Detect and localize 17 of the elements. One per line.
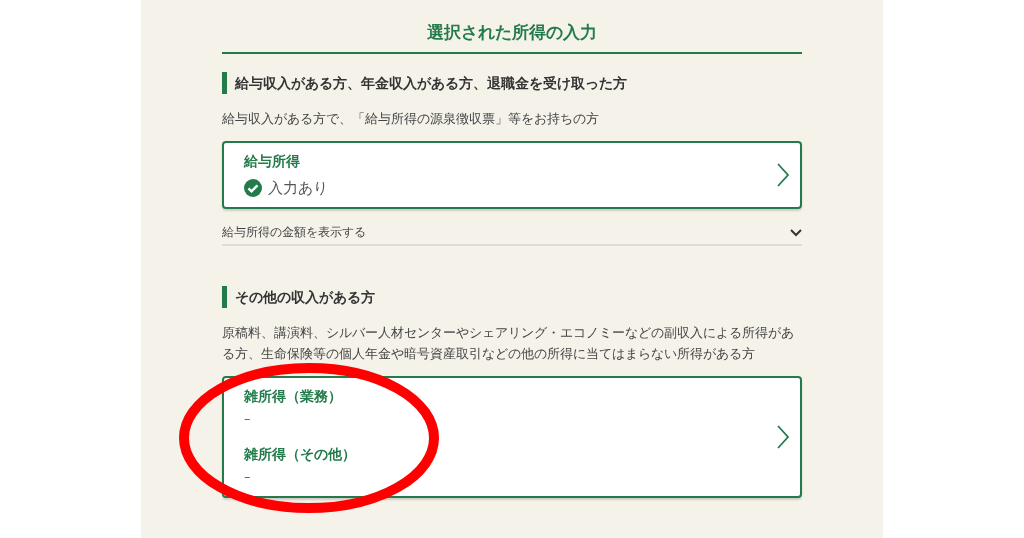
income-label: 給与所得 [244, 152, 301, 171]
income-label: 雑所得（業務） [244, 387, 343, 406]
section-description: 給与収入がある方で、「給与所得の源泉徴収票」等をお持ちの方 [222, 110, 600, 128]
chevron-right-icon [776, 162, 790, 188]
input-status: – [244, 468, 251, 486]
income-card[interactable]: 雑所得（業務） – 雑所得（その他） – [222, 376, 802, 498]
input-status: – [244, 410, 251, 428]
input-status: 入力あり [268, 178, 328, 199]
section-heading: その他の収入がある方 [222, 286, 802, 308]
section-description: 原稿料、講演料、シルバー人材センターやシェアリング・エコノミーなどの副収入による所得がある方、生命保険等の個人年金や暗号資産取引などの他の所得に当てはまらない所得がある方 [222, 324, 795, 363]
section-heading: 給与収入がある方、年金収入がある方、退職金を受け取った方 [222, 72, 802, 94]
chevron-down-icon [790, 228, 802, 237]
chevron-right-icon [776, 424, 790, 450]
amount-toggle[interactable]: 給与所得の金額を表示する [222, 224, 802, 246]
income-card[interactable]: 給与所得 入力あり [222, 141, 802, 209]
page-title: 選択された所得の入力 [222, 20, 802, 54]
income-label: 雑所得（その他） [244, 445, 357, 464]
